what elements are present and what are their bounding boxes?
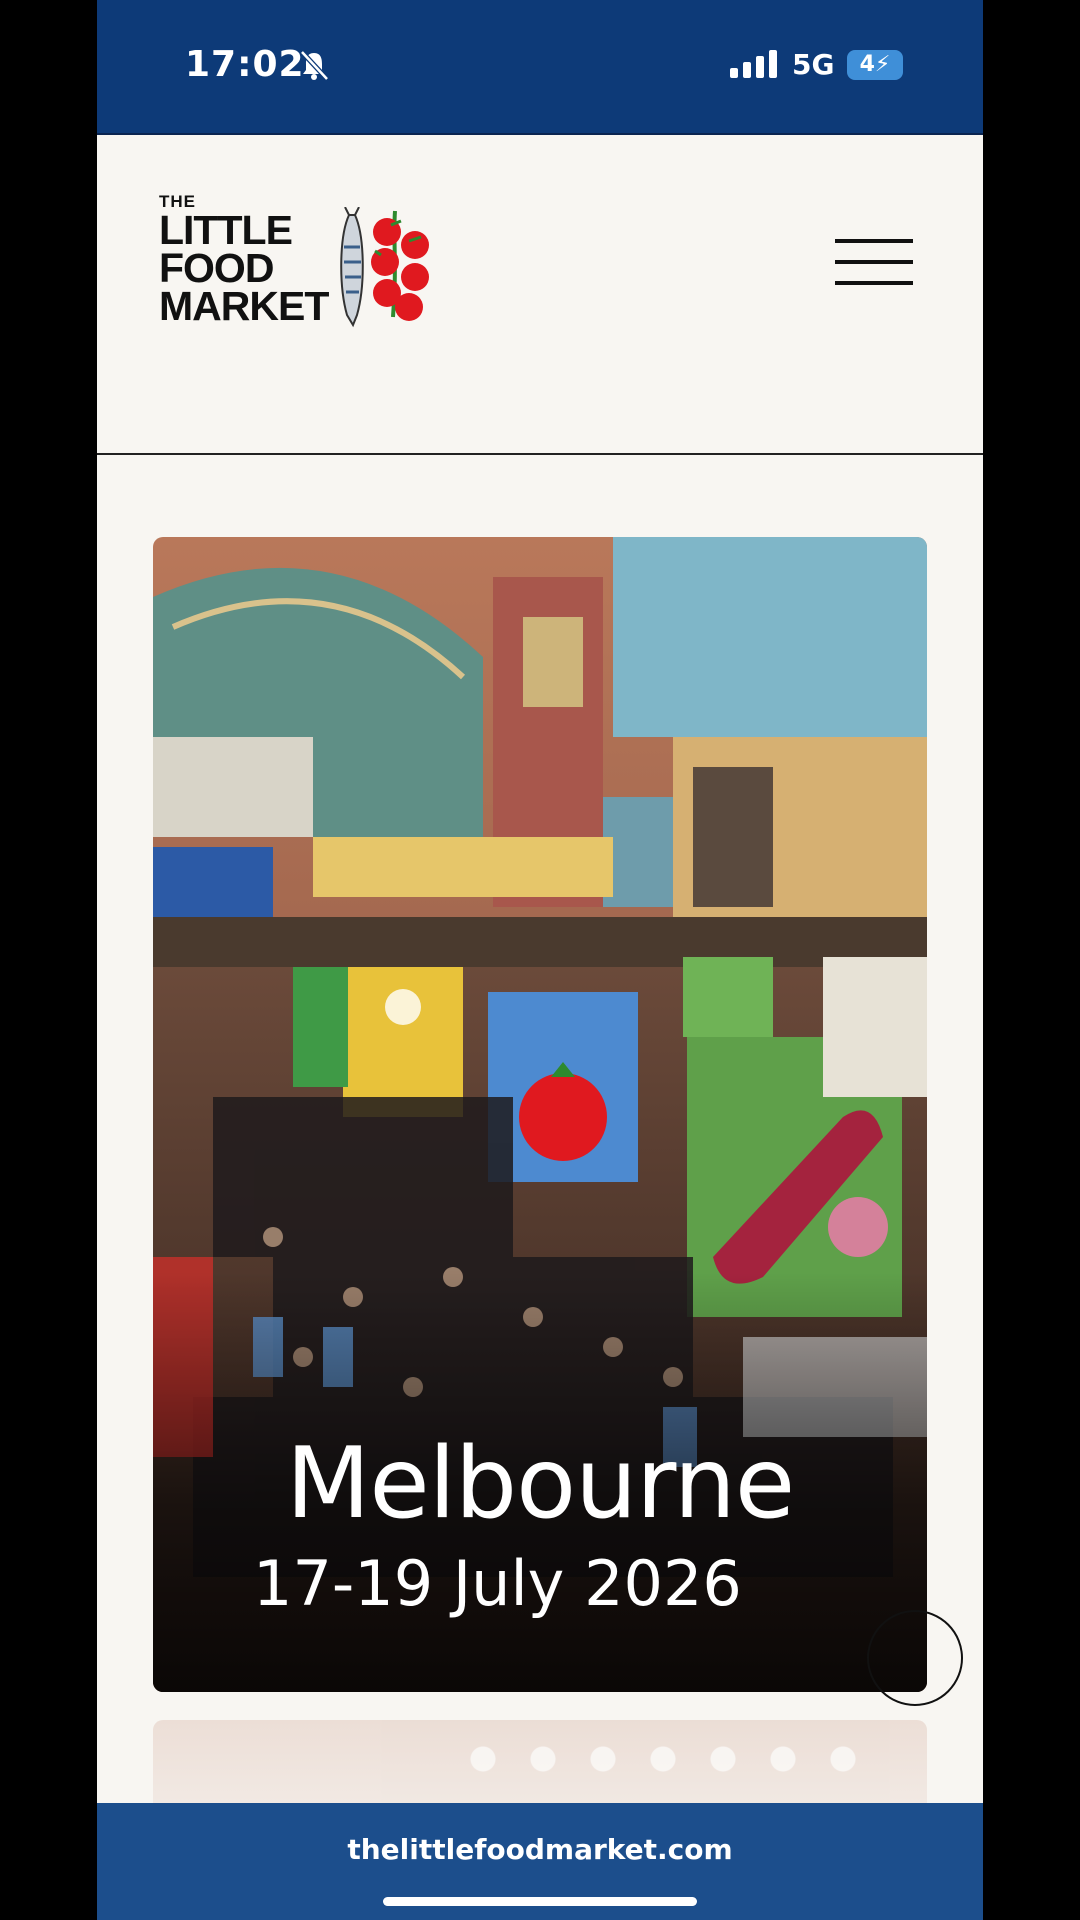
status-bar: 17:02 5G 4⚡ [97,0,983,135]
logo-line-food: FOOD [159,245,274,291]
site-header: THE LITTLE FOOD MARKET [97,135,983,397]
sardine-tomato-logo-icon[interactable] [335,206,447,333]
logo-line-little: LITTLE [159,207,293,253]
site-logo-text[interactable]: THE LITTLE FOOD MARKET [159,193,329,329]
next-card-pattern [453,1734,873,1794]
event-card-melbourne[interactable]: Melbourne 17-19 July 2026 [153,537,927,1692]
network-type: 5G [792,48,835,81]
logo-line-market: MARKET [159,283,329,329]
home-indicator[interactable] [383,1897,697,1906]
signal-strength-icon [730,50,778,82]
browser-url[interactable]: thelittlefoodmarket.com [97,1833,983,1866]
browser-url-bar[interactable]: thelittlefoodmarket.com [97,1803,983,1920]
muted-bell-icon [297,48,331,86]
battery-level: 4 [859,52,875,77]
event-dates: 17-19 July 2026 [253,1547,742,1620]
event-city: Melbourne [285,1427,795,1541]
scroll-indicator-ring [867,1610,963,1706]
status-time: 17:02 [185,44,305,85]
phone-screen: 17:02 5G 4⚡ THE LITTLE FOOD MARKET Melbo… [97,0,983,1920]
header-divider [97,453,983,455]
hamburger-menu-icon[interactable] [835,239,915,289]
battery-indicator: 4⚡ [847,50,903,80]
